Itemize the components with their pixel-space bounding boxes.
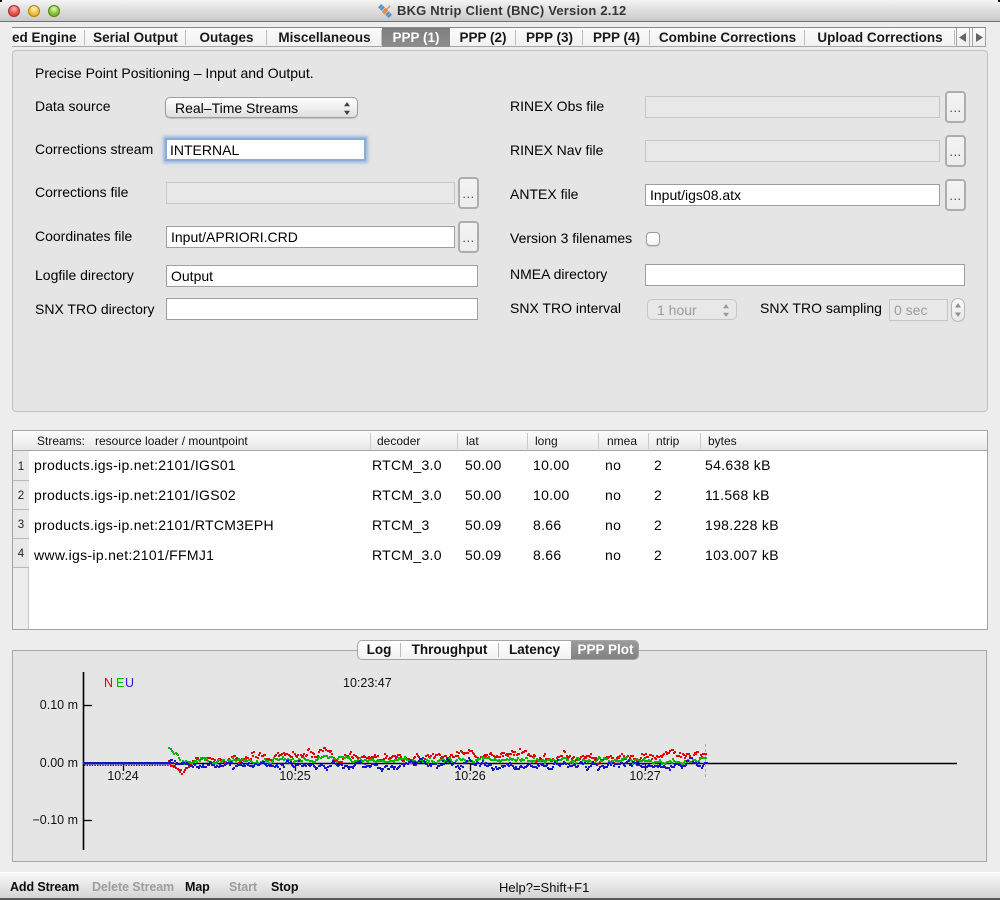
svg-text:10:27: 10:27: [629, 769, 660, 783]
svg-text:10:25: 10:25: [279, 769, 310, 783]
svg-text:N: N: [104, 676, 113, 690]
svg-text:10:26: 10:26: [454, 769, 485, 783]
svg-text:−0.10 m: −0.10 m: [32, 813, 78, 827]
svg-text:10:23:47: 10:23:47: [343, 676, 392, 690]
svg-text:E: E: [116, 676, 124, 690]
svg-text:10:24: 10:24: [107, 769, 138, 783]
svg-text:0.00 m: 0.00 m: [40, 756, 78, 770]
svg-text:U: U: [125, 676, 134, 690]
svg-text:0.10 m: 0.10 m: [40, 698, 78, 712]
